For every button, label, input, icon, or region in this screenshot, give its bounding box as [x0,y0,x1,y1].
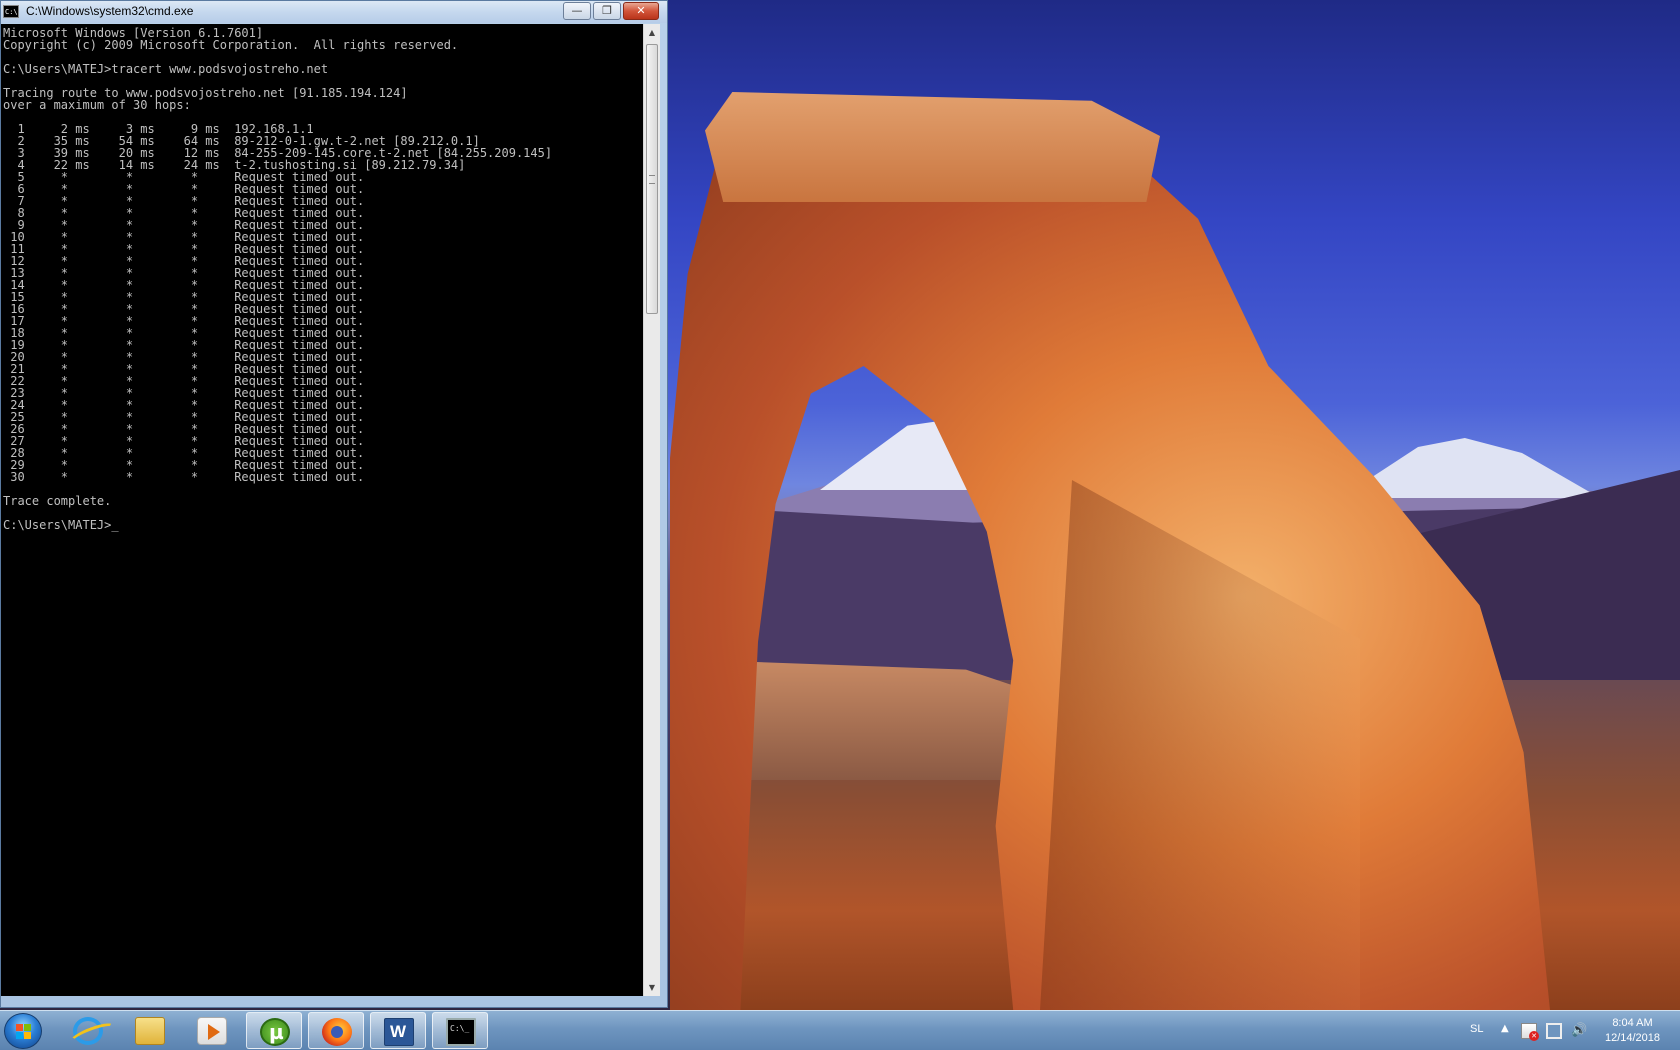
cmd-window[interactable]: C:\ C:\Windows\system32\cmd.exe — ❐ ✕ Mi… [0,0,668,1008]
vertical-scrollbar[interactable]: ▲ ▼ [643,24,660,996]
wallpaper-arch-cap [705,92,1160,202]
scroll-up-arrow-icon[interactable]: ▲ [644,24,660,41]
folder-icon [135,1017,165,1045]
utorrent-icon [260,1018,290,1046]
action-center-flag-icon[interactable] [1521,1023,1539,1041]
word-icon [384,1018,414,1046]
console-line: Trace complete. [3,494,112,508]
console-line: 30 * * * Request timed out. [3,470,365,484]
tray-clock[interactable]: 8:04 AM 12/14/2018 [1590,1016,1675,1046]
taskbar-item-media-player[interactable] [184,1012,240,1049]
volume-icon[interactable]: 🔊 [1571,1023,1587,1039]
clock-time: 8:04 AM [1612,1017,1653,1029]
cmd-icon [446,1018,476,1046]
console-line: Copyright (c) 2009 Microsoft Corporation… [3,38,459,52]
maximize-button[interactable]: ❐ [593,2,621,20]
taskbar-item-utorrent[interactable] [246,1012,302,1049]
taskbar-item-command-prompt[interactable] [432,1012,488,1049]
scrollbar-thumb[interactable] [646,44,658,314]
ie-icon [73,1017,103,1045]
media-player-icon [197,1017,227,1045]
taskbar-item-firefox[interactable] [308,1012,364,1049]
console-line: C:\Users\MATEJ>tracert www.podsvojostreh… [3,62,329,76]
network-icon[interactable] [1546,1023,1562,1039]
taskbar-item-internet-explorer[interactable] [60,1012,116,1049]
minimize-button[interactable]: — [563,2,591,20]
language-indicator[interactable]: SL [1470,1023,1483,1035]
windows-logo-icon [16,1024,32,1040]
start-button[interactable] [4,1013,42,1049]
firefox-icon [322,1018,352,1046]
taskbar: SL ▲ 🔊 8:04 AM 12/14/2018 [0,1010,1680,1050]
console-line: over a maximum of 30 hops: [3,98,191,112]
window-title: C:\Windows\system32\cmd.exe [26,4,194,18]
taskbar-item-word[interactable] [370,1012,426,1049]
cmd-app-icon[interactable]: C:\ [3,5,19,18]
close-button[interactable]: ✕ [623,2,659,20]
show-hidden-icons-icon[interactable]: ▲ [1501,1023,1509,1034]
taskbar-item-windows-explorer[interactable] [122,1012,178,1049]
console-text: Microsoft Windows [Version 6.1.7601] Copy… [1,24,643,531]
window-titlebar[interactable]: C:\ C:\Windows\system32\cmd.exe — ❐ ✕ [1,1,667,23]
console-line: C:\Users\MATEJ>_ [3,518,119,532]
clock-date: 12/14/2018 [1604,1032,1661,1044]
console-output[interactable]: Microsoft Windows [Version 6.1.7601] Copy… [1,24,643,996]
grip-icon [649,175,655,184]
scroll-down-arrow-icon[interactable]: ▼ [644,979,660,996]
